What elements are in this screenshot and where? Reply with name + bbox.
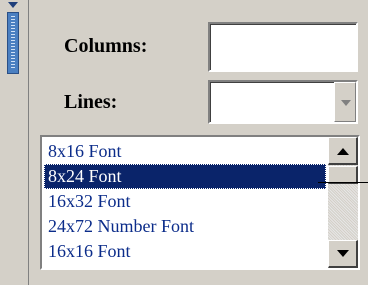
lines-dropdown[interactable] <box>208 80 358 124</box>
arrow-down-icon <box>337 250 349 257</box>
list-item-selected[interactable]: 8x24 Font <box>44 164 326 189</box>
font-list-items: 8x16 Font 8x24 Font 16x32 Font 24x72 Num… <box>44 139 326 264</box>
callout-line <box>318 182 368 183</box>
list-item[interactable]: 16x16 Font <box>44 239 326 264</box>
chevron-down-icon <box>341 100 351 106</box>
toolbar-divider <box>28 0 29 285</box>
font-listbox[interactable]: 8x16 Font 8x24 Font 16x32 Font 24x72 Num… <box>40 135 360 270</box>
list-item[interactable]: 16x32 Font <box>44 189 326 214</box>
columns-input[interactable] <box>208 22 358 72</box>
left-toolbar <box>0 0 29 285</box>
lines-dropdown-button[interactable] <box>334 82 356 122</box>
list-item[interactable]: 24x72 Number Font <box>44 214 326 239</box>
toolbar-collapse-icon[interactable] <box>8 2 18 8</box>
grip-handle-icon[interactable] <box>7 12 19 74</box>
list-item[interactable]: 8x16 Font <box>44 139 326 164</box>
scroll-down-button[interactable] <box>328 240 358 268</box>
scroll-up-button[interactable] <box>328 137 358 165</box>
columns-label: Columns: <box>64 35 148 57</box>
vertical-scrollbar[interactable] <box>328 137 358 268</box>
arrow-up-icon <box>337 148 349 155</box>
font-settings-panel: Columns: Lines: 8x16 Font 8x24 Font 16x3… <box>0 0 368 285</box>
lines-label: Lines: <box>64 91 118 113</box>
